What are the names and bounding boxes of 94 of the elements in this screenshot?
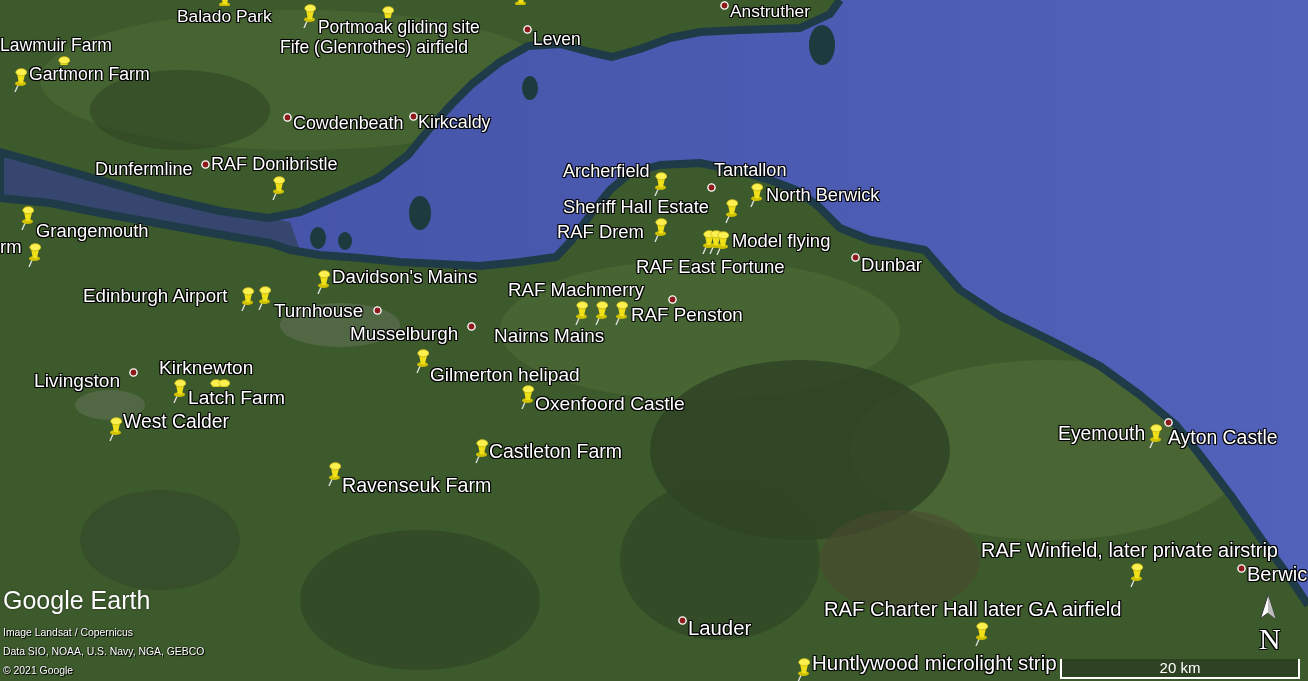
pushpin-icon <box>714 231 729 255</box>
place-label: RAF Machmerry <box>508 279 644 301</box>
pushpin-icon <box>171 379 186 403</box>
place-label: Livingston <box>34 369 121 391</box>
place-label: Huntlywood microlight strip <box>812 651 1057 675</box>
scale-bar: 20 km <box>1060 659 1300 679</box>
pushpin-icon <box>239 287 254 311</box>
town-dot-icon <box>466 321 476 331</box>
place-label: Lauder <box>688 616 752 640</box>
place-label: Dunbar <box>861 254 922 276</box>
place-label: rm <box>0 236 22 258</box>
pushpin-icon <box>379 6 394 18</box>
place-label: Grangemouth <box>36 220 149 242</box>
place-label: Gilmerton helipad <box>430 363 580 385</box>
place-label: Nairns Mains <box>494 325 605 347</box>
island <box>809 25 835 65</box>
island <box>338 232 352 250</box>
pushpin-icon <box>216 0 231 6</box>
place-label: Cowdenbeath <box>293 114 404 134</box>
place-label: RAF Winfield, later private airstrip <box>981 540 1278 562</box>
place-label: Turnhouse <box>274 300 364 322</box>
town-dot-icon <box>1163 417 1173 427</box>
place-label: Latch Farm <box>188 387 286 409</box>
town-dot-icon <box>667 294 677 304</box>
credit-text: Image Landsat / Copernicus <box>3 626 133 640</box>
town-dot-icon <box>128 367 138 377</box>
pushpin-icon <box>1128 563 1143 587</box>
place-label: RAF East Fortune <box>636 256 785 278</box>
town-dot-icon <box>719 0 729 10</box>
place-label: Ravenseuk Farm <box>342 475 492 497</box>
town-dot-icon <box>408 111 418 121</box>
pushpin-icon <box>12 68 27 92</box>
pushpin-icon <box>26 243 41 267</box>
place-label: Davidson's Mains <box>332 266 478 288</box>
pushpin-icon <box>55 56 70 65</box>
logo: Google Earth <box>3 585 151 615</box>
place-label: Kirknewton <box>159 357 254 379</box>
pushpin-icon <box>573 301 588 325</box>
place-label: Musselburgh <box>350 323 459 345</box>
place-label: Dunfermline <box>95 160 193 180</box>
town-dot-icon <box>282 112 292 122</box>
town-dot-icon <box>200 159 210 169</box>
pushpin-icon <box>315 270 330 294</box>
pushpin-icon <box>107 417 122 441</box>
place-label: Balado Park <box>177 7 272 27</box>
pushpin-icon <box>652 218 667 242</box>
pushpin-icon <box>795 658 810 681</box>
island <box>409 196 431 230</box>
island <box>522 76 538 100</box>
place-label: Tantallon <box>714 161 787 181</box>
pushpin-icon <box>473 439 488 463</box>
pushpin-icon <box>270 176 285 200</box>
place-label: West Calder <box>123 411 229 433</box>
place-label: Lawmuir Farm <box>0 36 112 56</box>
pushpin-icon <box>301 4 316 28</box>
pushpin-icon <box>652 172 667 196</box>
pushpin-icon <box>512 0 527 5</box>
town-dot-icon <box>677 615 687 625</box>
place-label: Leven <box>533 30 581 50</box>
place-label: Castleton Farm <box>489 441 622 463</box>
place-label: RAF Charter Hall later GA airfield <box>824 597 1122 621</box>
place-label: Anstruther <box>730 1 810 21</box>
pushpin-icon <box>19 206 34 230</box>
place-label: Portmoak gliding site <box>318 18 480 38</box>
pushpin-icon <box>326 462 341 486</box>
pushpin-icon <box>973 622 988 646</box>
pushpin-icon <box>723 199 738 223</box>
place-label: Oxenfoord Castle <box>535 393 685 415</box>
pushpin-icon <box>414 349 429 373</box>
pushpin-icon <box>748 183 763 207</box>
town-dot-icon <box>706 182 716 192</box>
place-label: Edinburgh Airport <box>83 285 228 307</box>
town-dot-icon <box>372 305 382 315</box>
place-label: North Berwick <box>766 185 880 206</box>
place-label: RAF Donibristle <box>211 155 338 175</box>
credit-text: © 2021 Google <box>3 664 74 678</box>
north-arrow-icon <box>1259 594 1277 620</box>
pushpin-icon <box>256 286 271 310</box>
place-label: Model flying <box>732 230 831 252</box>
credit-text: Data SIO, NOAA, U.S. Navy, NGA, GEBCO <box>3 645 205 659</box>
place-label: RAF Drem <box>557 221 644 243</box>
town-dot-icon <box>1236 563 1246 573</box>
place-label: RAF Penston <box>631 304 743 326</box>
pushpin-icon <box>593 301 608 325</box>
place-label: Fife (Glenrothes) airfield <box>280 38 468 58</box>
town-dot-icon <box>522 24 532 34</box>
compass-letter: N <box>1259 622 1281 655</box>
island <box>310 227 326 249</box>
place-label: Eyemouth <box>1058 423 1146 445</box>
pushpin-icon <box>613 301 628 325</box>
town-dot-icon <box>850 252 860 262</box>
pushpin-icon <box>1147 424 1162 448</box>
place-label: Gartmorn Farm <box>29 65 150 85</box>
pushpin-icon <box>519 385 534 409</box>
